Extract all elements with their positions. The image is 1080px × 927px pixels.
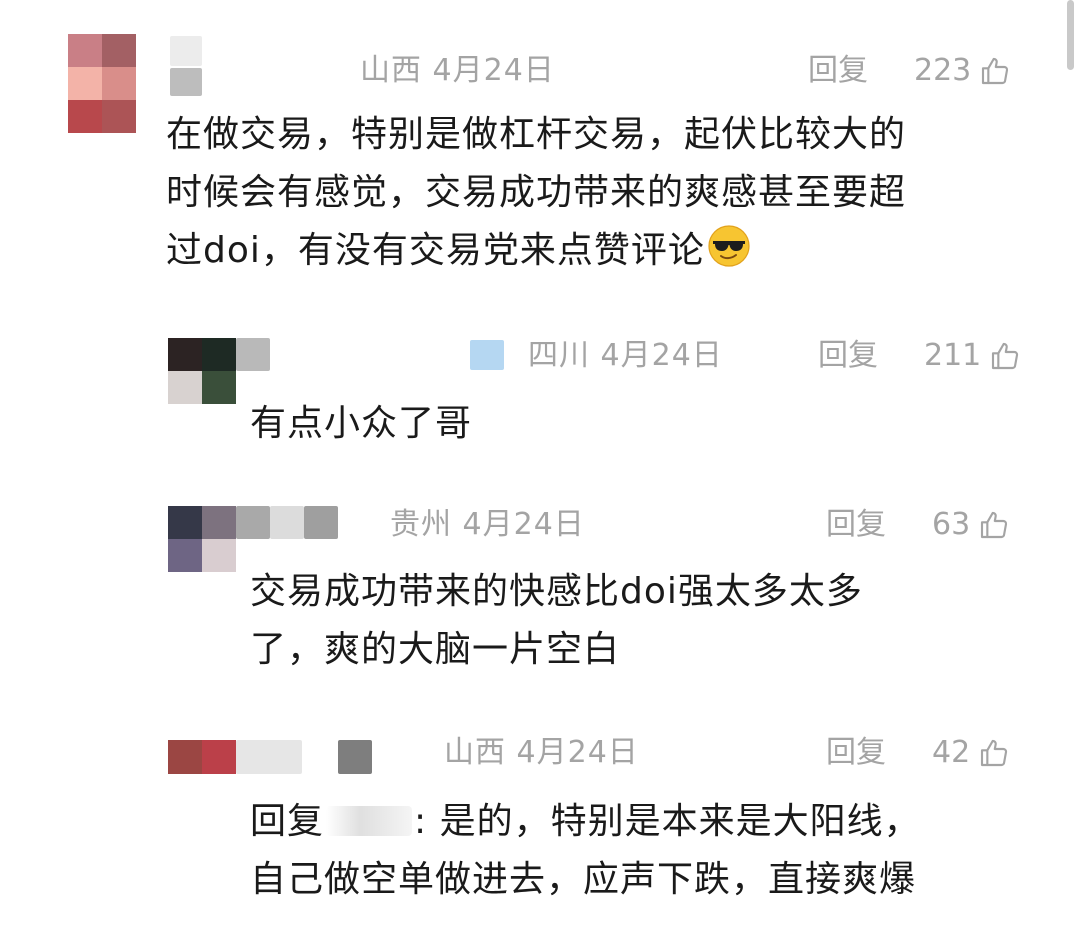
region: 四川: [528, 338, 590, 373]
avatar[interactable]: [68, 34, 136, 133]
avatar[interactable]: [168, 338, 236, 404]
date: 4月24日: [600, 338, 723, 373]
level-badge-icon: [470, 340, 504, 370]
thumbs-up-icon: [978, 737, 1010, 769]
reply-button[interactable]: 回复: [818, 336, 878, 376]
like-button[interactable]: 223: [914, 51, 1011, 91]
region: 贵州: [390, 507, 452, 542]
comment-meta: 山西 4月24日: [444, 733, 639, 773]
reply-button[interactable]: 回复: [826, 505, 886, 545]
username-redacted[interactable]: [236, 338, 270, 371]
comment-meta: 山西 4月24日: [360, 51, 555, 91]
like-button[interactable]: 211: [924, 336, 1021, 376]
comment-meta: 贵州 4月24日: [390, 505, 585, 545]
thumbs-up-icon: [979, 55, 1011, 87]
comment-body: 在做交易，特别是做杠杆交易，起伏比较大的 时候会有感觉，交易成功带来的爽感甚至要…: [166, 114, 907, 271]
username-redacted: [338, 740, 372, 774]
like-count: 223: [914, 53, 972, 88]
thumbs-up-icon: [978, 509, 1010, 541]
avatar[interactable]: [168, 740, 236, 774]
username-redacted: [270, 506, 304, 539]
date: 4月24日: [462, 507, 585, 542]
username-redacted[interactable]: [236, 506, 270, 539]
like-button[interactable]: 42: [932, 733, 1010, 773]
like-count: 42: [932, 735, 971, 770]
reply-prefix: 回复: [250, 801, 325, 842]
like-count: 211: [924, 338, 982, 373]
scrollbar[interactable]: [1067, 0, 1074, 70]
thumbs-up-icon: [989, 340, 1021, 372]
region: 山西: [444, 735, 506, 770]
username-redacted[interactable]: [170, 36, 202, 66]
comment-thread: 山西 4月24日 回复 223 在做交易，特别是做杠杆交易，起伏比较大的 时候会…: [0, 0, 1080, 927]
like-button[interactable]: 63: [932, 505, 1010, 545]
reply-button[interactable]: 回复: [826, 733, 886, 773]
comment-meta: 四川 4月24日: [528, 336, 723, 376]
avatar[interactable]: [168, 506, 236, 572]
sunglasses-emoji-icon: [707, 224, 751, 268]
like-count: 63: [932, 507, 971, 542]
date: 4月24日: [516, 735, 639, 770]
username-redacted: [304, 506, 338, 539]
mentioned-user-redacted[interactable]: [326, 806, 413, 836]
comment-body: 有点小众了哥: [250, 403, 473, 444]
comment-body: 交易成功带来的快感比doi强太多太多 了，爽的大脑一片空白: [250, 571, 863, 670]
reply-button[interactable]: 回复: [808, 51, 868, 91]
username-redacted: [170, 68, 202, 96]
region: 山西: [360, 53, 422, 88]
username-redacted[interactable]: [236, 740, 302, 774]
comment-body: 回复: 是的，特别是本来是大阳线， 自己做空单做进去，应声下跌，直接爽爆: [250, 801, 921, 900]
date: 4月24日: [432, 53, 555, 88]
